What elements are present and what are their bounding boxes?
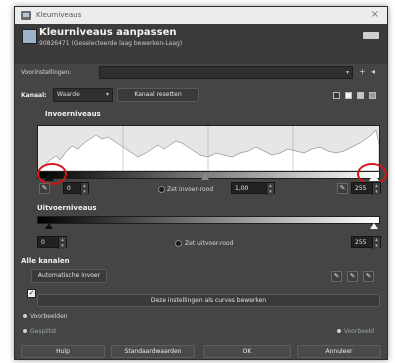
output-white-handle[interactable] bbox=[370, 223, 378, 229]
all-channels-title: Alle kanalen bbox=[21, 257, 70, 265]
histogram-mode-icon[interactable] bbox=[357, 92, 364, 99]
title-bar: Kleurniveaus × bbox=[15, 7, 387, 24]
close-icon[interactable]: × bbox=[371, 9, 379, 20]
help-button[interactable]: Hulp bbox=[21, 345, 105, 358]
input-low-spin[interactable]: 0 ▴ ▾ bbox=[63, 182, 89, 195]
split-radio-icon[interactable] bbox=[23, 329, 27, 333]
spin-arrows-icon[interactable]: ▴ ▾ bbox=[266, 183, 274, 195]
input-high-spin[interactable]: 255 ▴ ▾ bbox=[351, 182, 381, 195]
output-low-spin[interactable]: 0 ▴ ▾ bbox=[37, 236, 67, 249]
gamma-radio-icon[interactable] bbox=[158, 186, 165, 193]
defaults-button[interactable]: Standaardwaarden bbox=[111, 345, 195, 358]
output-gradient-bar bbox=[37, 216, 380, 224]
split-side-label: Voorbeeld bbox=[344, 328, 375, 335]
black-eyedropper-icon[interactable]: ✎ bbox=[331, 271, 342, 282]
histogram-graph bbox=[37, 126, 380, 172]
gamma-label: Zet invoer-rood bbox=[167, 186, 214, 193]
channel-value: Waarde bbox=[57, 91, 80, 98]
split-label: Gesplitst bbox=[30, 328, 57, 335]
input-high-value: 255 bbox=[355, 185, 367, 192]
window-title: Kleurniveaus bbox=[36, 11, 82, 19]
output-low-value: 0 bbox=[41, 239, 45, 246]
spin-arrows-icon[interactable]: ▴ ▾ bbox=[372, 237, 380, 249]
presets-label: Voorinstellingen: bbox=[21, 69, 72, 76]
output-high-spin[interactable]: 255 ▴ ▾ bbox=[351, 236, 381, 249]
spin-arrows-icon[interactable]: ▴ ▾ bbox=[58, 237, 66, 249]
add-preset-icon[interactable]: + bbox=[359, 67, 366, 76]
presets-combo[interactable]: ▾ bbox=[99, 66, 353, 79]
preview-label: Voorbeelden bbox=[30, 313, 68, 320]
preset-menu-icon[interactable]: ◂ bbox=[371, 67, 375, 76]
edit-as-curves-button[interactable]: Deze instellingen als curves bewerken bbox=[37, 294, 380, 307]
chevron-down-icon: ▾ bbox=[345, 69, 349, 76]
log-histogram-icon[interactable] bbox=[345, 92, 352, 99]
output-radio-icon[interactable] bbox=[175, 240, 182, 247]
white-eyedropper-icon[interactable]: ✎ bbox=[363, 271, 374, 282]
layer-thumbnail-icon bbox=[22, 29, 37, 44]
split-side-radio-icon[interactable] bbox=[337, 329, 341, 333]
auto-input-button[interactable]: Automatische invoer bbox=[31, 269, 107, 283]
gray-eyedropper-icon[interactable]: ✎ bbox=[347, 271, 358, 282]
channel-label: Kanaal: bbox=[21, 92, 47, 99]
spin-arrows-icon[interactable]: ▴ ▾ bbox=[80, 183, 88, 195]
histogram-shape bbox=[37, 129, 380, 172]
linear-histogram-icon[interactable] bbox=[333, 92, 340, 99]
reset-channel-button[interactable]: Kanaal resetten bbox=[117, 88, 199, 102]
input-gamma-value: 1,00 bbox=[235, 185, 249, 192]
black-point-picker-icon[interactable]: ✎ bbox=[39, 183, 50, 194]
ok-button[interactable]: OK bbox=[203, 345, 291, 358]
output-levels-title: Uitvoerniveaus bbox=[37, 204, 97, 212]
levels-dialog: Kleurniveaus × Kleurniveaus aanpassen 90… bbox=[14, 6, 388, 360]
input-gamma-handle[interactable] bbox=[201, 173, 209, 180]
preview-radio-icon[interactable] bbox=[23, 314, 27, 318]
app-icon bbox=[21, 11, 31, 20]
dialog-subtitle: 90826471 (Geselecteerde laag bewerken-La… bbox=[39, 40, 183, 47]
chevron-down-icon: ▾ bbox=[105, 91, 109, 98]
output-black-handle[interactable] bbox=[45, 223, 53, 229]
output-high-value: 255 bbox=[355, 239, 367, 246]
spin-arrows-icon[interactable]: ▴ ▾ bbox=[372, 183, 380, 195]
navigate-icon[interactable] bbox=[363, 32, 379, 39]
histogram-mode-alt-icon[interactable] bbox=[369, 92, 376, 99]
curves-checkbox-icon[interactable]: ✓ bbox=[27, 289, 36, 298]
input-low-value: 0 bbox=[67, 185, 71, 192]
dialog-header: Kleurniveaus aanpassen 90826471 (Geselec… bbox=[15, 24, 387, 64]
dialog-title: Kleurniveaus aanpassen bbox=[39, 27, 177, 38]
white-point-picker-icon[interactable]: ✎ bbox=[337, 183, 348, 194]
channel-combo[interactable]: Waarde ▾ bbox=[53, 88, 113, 102]
histogram bbox=[37, 125, 380, 172]
input-gamma-spin[interactable]: 1,00 ▴ ▾ bbox=[231, 182, 275, 195]
output-mode-label: Zet uitvoer-rood bbox=[185, 240, 234, 247]
input-levels-title: Invoerniveaus bbox=[45, 110, 101, 118]
cancel-button[interactable]: Annuleer bbox=[297, 345, 381, 358]
